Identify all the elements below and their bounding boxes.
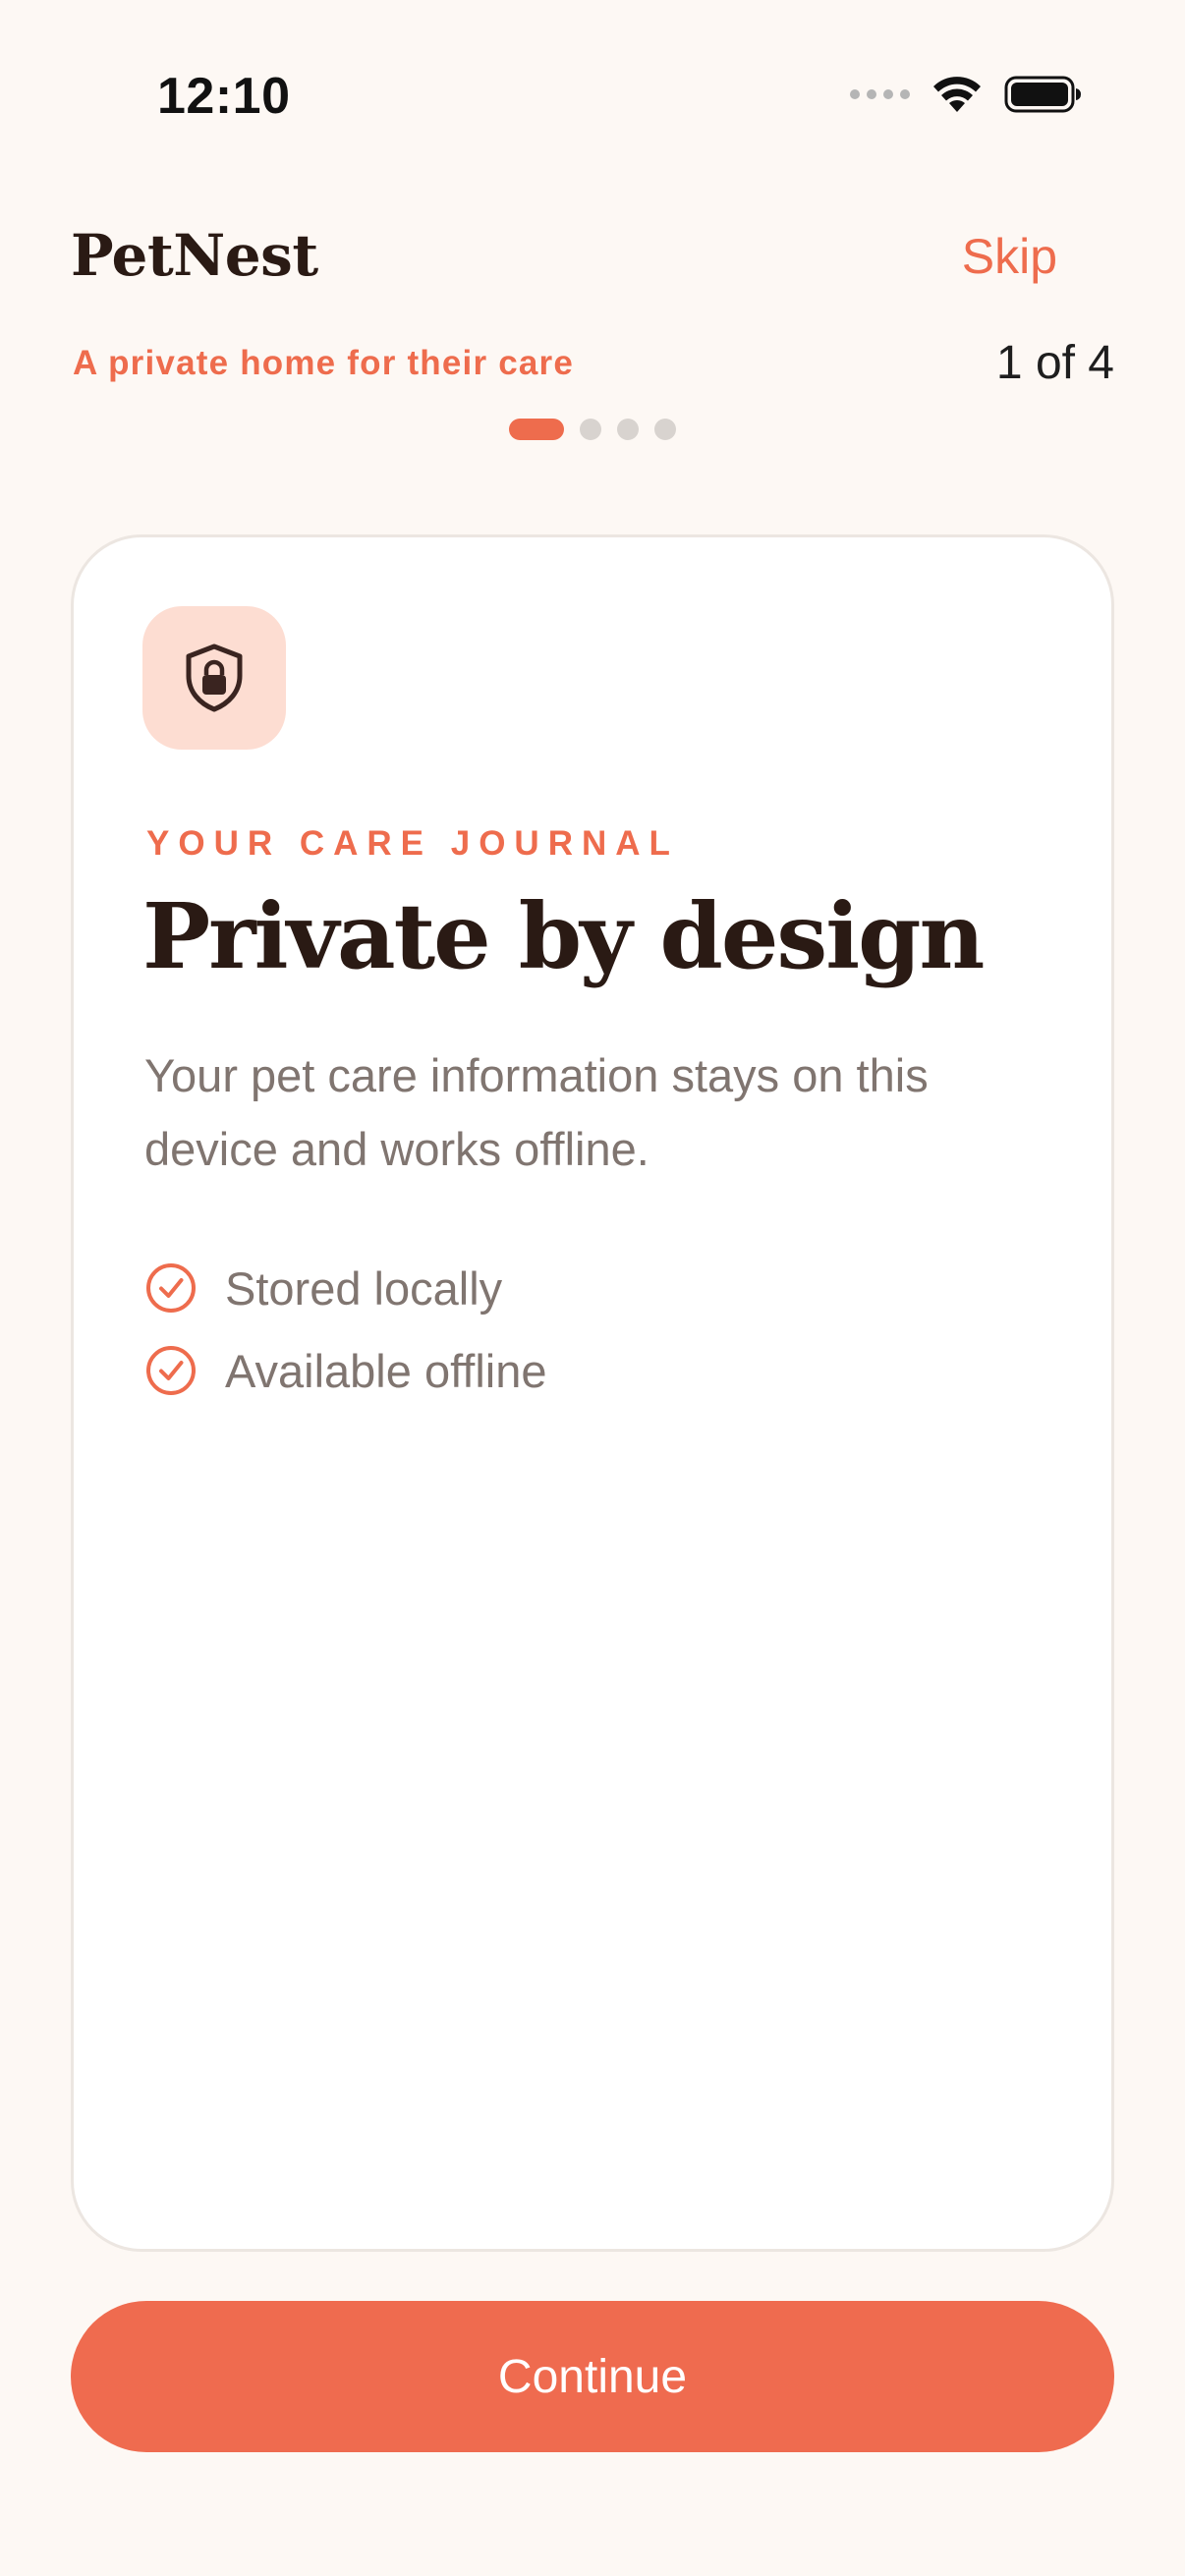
onboarding-screen: 12:10 PetNest Skip A private home for th… xyxy=(0,0,1185,2576)
page-dot-2[interactable] xyxy=(580,419,601,440)
tagline: A private home for their care xyxy=(73,344,575,382)
status-icons xyxy=(850,71,1083,118)
card-description: Your pet care information stays on this … xyxy=(144,1049,929,1175)
page-dot-4[interactable] xyxy=(654,419,676,440)
wifi-icon xyxy=(933,77,981,112)
list-item: Stored locally xyxy=(144,1247,547,1329)
feature-label: Available offline xyxy=(225,1344,547,1397)
skip-button[interactable]: Skip xyxy=(962,228,1057,285)
feature-label: Stored locally xyxy=(225,1261,503,1315)
battery-icon xyxy=(1004,76,1081,113)
step-counter: 1 of 4 xyxy=(995,337,1114,389)
continue-button[interactable]: Continue xyxy=(71,2301,1114,2452)
page-dot-3[interactable] xyxy=(617,419,639,440)
feature-list: Stored locally Available offline xyxy=(144,1247,547,1412)
status-time: 12:10 xyxy=(157,68,291,125)
eyebrow-label: YOUR CARE JOURNAL xyxy=(146,824,679,863)
page-dot-1[interactable] xyxy=(509,419,564,440)
page-indicator xyxy=(0,419,1185,440)
feature-icon-tile xyxy=(142,606,286,750)
shield-lock-icon xyxy=(186,644,243,712)
list-item: Available offline xyxy=(144,1329,547,1412)
check-circle-icon xyxy=(144,1261,198,1315)
card-headline: Private by design xyxy=(142,883,985,989)
cellular-signal-icon xyxy=(850,89,910,99)
onboarding-card: YOUR CARE JOURNAL Private by design Your… xyxy=(71,534,1114,2252)
check-circle-icon xyxy=(144,1344,198,1397)
app-brand: PetNest xyxy=(71,222,318,289)
